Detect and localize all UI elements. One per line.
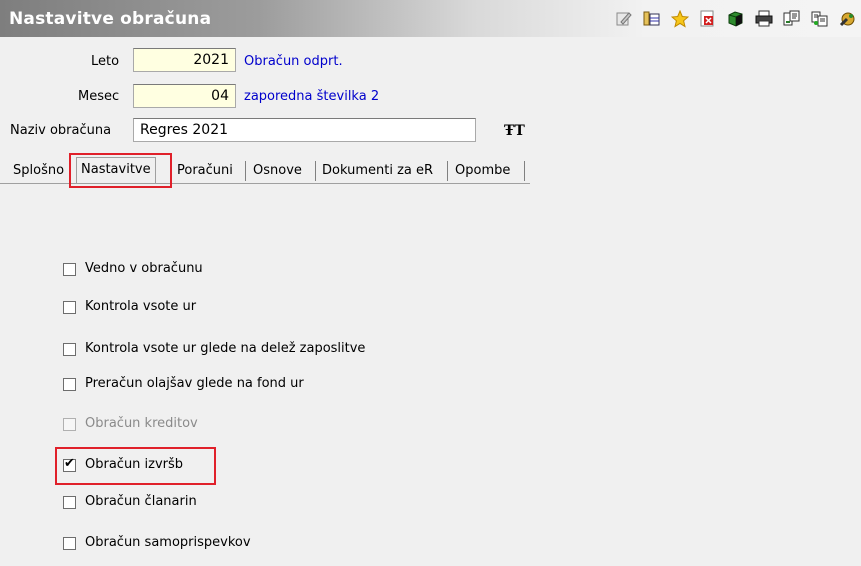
naziv-field[interactable]: Regres 2021 xyxy=(133,118,476,142)
tool-icon[interactable] xyxy=(838,9,857,28)
tab-label: Splošno xyxy=(13,163,65,178)
tab-osnove[interactable]: Osnove xyxy=(249,159,306,182)
tab-poracuni[interactable]: Poračuni xyxy=(173,159,237,182)
highlight-izvrsb xyxy=(55,447,216,485)
checkbox[interactable] xyxy=(63,496,76,509)
tab-separator xyxy=(245,161,246,181)
leto-status: Obračun odprt. xyxy=(244,54,343,69)
tab-separator xyxy=(524,161,525,181)
tab-separator xyxy=(315,161,316,181)
mesec-label: Mesec xyxy=(78,89,120,104)
tab-splosno[interactable]: Splošno xyxy=(9,159,68,182)
leto-field[interactable]: 2021 xyxy=(133,48,236,72)
tab-label: Osnove xyxy=(253,163,302,178)
delete-icon[interactable] xyxy=(698,9,717,28)
checkbox[interactable] xyxy=(63,378,76,391)
setting-label: Obračun kreditov xyxy=(85,416,198,431)
checkbox[interactable] xyxy=(63,343,76,356)
setting-label: Kontrola vsote ur xyxy=(85,299,197,314)
checkbox xyxy=(63,418,76,431)
checkbox[interactable] xyxy=(63,537,76,550)
font-icon[interactable]: ŦT xyxy=(504,123,525,139)
setting-label: Kontrola vsote ur glede na delež zaposli… xyxy=(85,341,366,356)
mesec-status: zaporedna številka 2 xyxy=(244,89,380,104)
tab-label: Dokumenti za eR xyxy=(322,163,434,178)
copy-icon[interactable] xyxy=(810,9,829,28)
setting-label: Obračun samoprispevkov xyxy=(85,535,251,550)
toolbar xyxy=(614,9,857,28)
checkbox[interactable] xyxy=(63,301,76,314)
tab-label: Opombe xyxy=(455,163,511,178)
table-icon[interactable] xyxy=(642,9,661,28)
setting-label: Preračun olajšav glede na fond ur xyxy=(85,376,304,391)
edit-icon[interactable] xyxy=(614,9,633,28)
tab-dokumenti[interactable]: Dokumenti za eR xyxy=(318,159,437,182)
tab-opombe[interactable]: Opombe xyxy=(451,159,514,182)
tab-label: Poračuni xyxy=(177,163,233,178)
setting-label: Vedno v obračunu xyxy=(85,261,203,276)
setting-label: Obračun članarin xyxy=(85,494,197,509)
checkbox[interactable] xyxy=(63,263,76,276)
naziv-label: Naziv obračuna xyxy=(10,123,112,138)
cube-icon[interactable] xyxy=(726,9,745,28)
title-bar: Nastavitve obračuna xyxy=(0,0,861,37)
tab-separator xyxy=(447,161,448,181)
window-title: Nastavitve obračuna xyxy=(9,9,212,29)
highlight-active-tab xyxy=(69,153,172,188)
print-icon[interactable] xyxy=(754,9,773,28)
star-icon[interactable] xyxy=(670,9,689,28)
leto-label: Leto xyxy=(91,54,120,69)
export-icon[interactable] xyxy=(782,9,801,28)
mesec-field[interactable]: 04 xyxy=(133,84,236,108)
